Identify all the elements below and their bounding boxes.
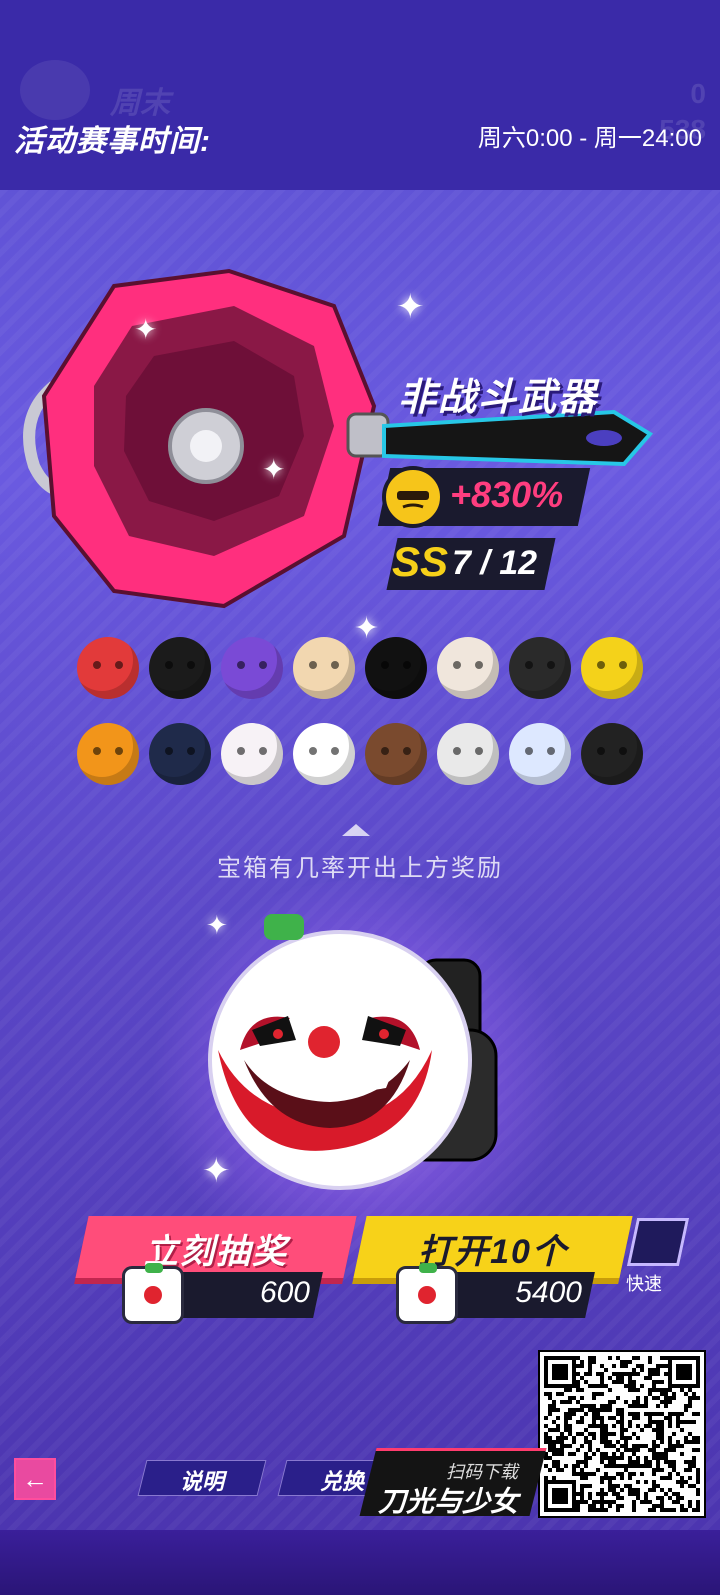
bottom-bar	[0, 1530, 720, 1595]
sparkle-icon: ✦	[262, 454, 286, 485]
sparkle-icon: ✦	[134, 314, 158, 345]
reward-item	[144, 630, 216, 706]
rank-progress: 7 / 12	[452, 544, 538, 582]
reward-item	[504, 630, 576, 706]
reward-item	[432, 716, 504, 792]
pumpkin-head-icon	[77, 723, 139, 785]
box-head-icon	[437, 723, 499, 785]
promo-game-name: 刀光与少女	[378, 1486, 519, 1517]
goat-skull-icon	[437, 637, 499, 699]
open-ten-cost: 5400	[515, 1276, 582, 1309]
reward-item	[432, 630, 504, 706]
black-orange-helmet-icon	[509, 637, 571, 699]
open-ten-label[interactable]: 打开10个	[360, 1224, 626, 1273]
nutcracker-head-icon	[77, 637, 139, 699]
fish-head-icon	[509, 723, 571, 785]
instructions-label[interactable]: 说明	[142, 1464, 262, 1496]
draw-now-label[interactable]: 立刻抽奖	[82, 1224, 350, 1273]
robot-helmet-icon	[221, 637, 283, 699]
grim-reaper-hood-icon	[581, 723, 643, 785]
reward-item	[360, 716, 432, 792]
ghost-logo	[20, 60, 90, 120]
reward-grid	[72, 630, 650, 792]
quick-open-label: 快速	[626, 1274, 662, 1294]
back-button[interactable]: ←	[14, 1458, 56, 1500]
reward-item	[576, 630, 648, 706]
reward-item	[288, 716, 360, 792]
sparkle-icon: ✦	[202, 1152, 231, 1190]
rank-grade: SS	[392, 538, 449, 585]
arrow-left-icon: ←	[22, 1463, 48, 1494]
bonus-value: +830%	[450, 474, 564, 515]
lego-head-icon	[581, 637, 643, 699]
clown-chest-icon[interactable]	[200, 900, 520, 1200]
draw-now-cost: 600	[259, 1276, 310, 1309]
angry-face-icon	[382, 466, 444, 528]
ghost-counter-top: 0	[690, 78, 706, 109]
event-time-label: 活动赛事时间:	[14, 125, 211, 158]
reward-item	[72, 716, 144, 792]
reward-item	[504, 716, 576, 792]
chest-currency-icon	[396, 1263, 458, 1324]
reward-item	[144, 716, 216, 792]
sparkle-icon: ✦	[206, 910, 228, 940]
frying-pan-weapon-icon	[23, 268, 654, 609]
weapon-type-label: 非战斗武器	[398, 377, 599, 419]
qr-code	[538, 1350, 706, 1518]
arrow-up-icon	[342, 824, 370, 836]
sparkle-icon: ✦	[396, 288, 425, 326]
reward-item	[216, 630, 288, 706]
black-bunny-head-icon	[365, 637, 427, 699]
blue-knight-helmet-icon	[149, 723, 211, 785]
event-header: 周末 0 538 活动赛事时间: 周六0:00 - 周一24:00	[0, 0, 720, 190]
chest-currency-icon	[122, 1263, 184, 1324]
reward-item	[360, 630, 432, 706]
reward-item	[216, 716, 288, 792]
reward-item	[72, 630, 144, 706]
chest-hint: 宝箱有几率开出上方奖励	[217, 855, 503, 882]
angel-bob-hair-icon	[149, 637, 211, 699]
bear-head-icon	[365, 723, 427, 785]
reward-item	[288, 630, 360, 706]
blonde-hair-icon	[293, 637, 355, 699]
white-bunny-head-icon	[221, 723, 283, 785]
quick-open-checkbox[interactable]	[626, 1218, 690, 1266]
reward-item	[576, 716, 648, 792]
clown-head-icon	[293, 723, 355, 785]
event-time-range: 周六0:00 - 周一24:00	[477, 125, 702, 152]
